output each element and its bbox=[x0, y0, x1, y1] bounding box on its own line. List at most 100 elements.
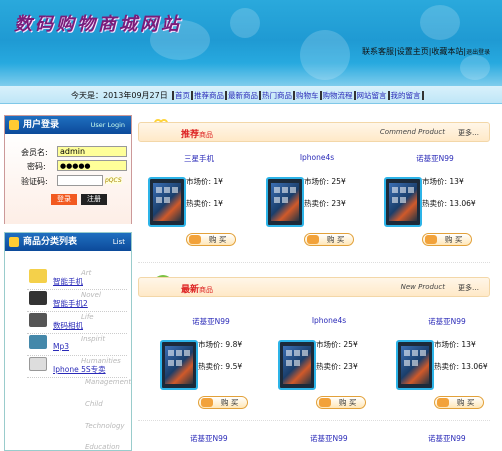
bookmark-link[interactable]: 收藏本站 bbox=[431, 47, 463, 56]
category-panel-header: 商品分类列表 List bbox=[5, 233, 131, 251]
divider bbox=[27, 333, 127, 334]
set-home-link[interactable]: 设置主页 bbox=[397, 47, 429, 56]
product-card: 诺基亚N99 市场价: 13¥ 热卖价: 13.06¥ 购 买 bbox=[388, 316, 502, 418]
category-item[interactable]: Humanities Iphone 5S专卖 bbox=[5, 357, 131, 379]
camera-icon bbox=[29, 313, 47, 327]
product-image[interactable] bbox=[148, 177, 186, 227]
nav-process[interactable]: 购物流程 bbox=[319, 91, 354, 100]
buy-button[interactable]: 购 买 bbox=[316, 396, 366, 409]
top-links: 联系客服|设置主页|收藏本站|退出登录 bbox=[362, 47, 491, 56]
category-link[interactable]: 数码相机 bbox=[53, 320, 83, 331]
category-link[interactable]: Mp3 bbox=[53, 342, 69, 351]
newest-header: 最新商品 New Product 更多… bbox=[138, 277, 490, 297]
product-name[interactable]: Iphone4s bbox=[270, 316, 388, 325]
product-name[interactable]: 诺基亚N99 bbox=[376, 153, 494, 164]
login-form: 会员名: admin 密码: ●●●●● 验证码: pQCS 登录 注册 bbox=[5, 134, 131, 224]
category-en-label: Technology bbox=[85, 422, 125, 430]
recommended-header: 推荐商品 Commend Product 更多… bbox=[138, 122, 490, 142]
buy-button[interactable]: 购 买 bbox=[304, 233, 354, 246]
product-name[interactable]: 诺基亚N99 bbox=[388, 316, 502, 327]
recommended-title-en: Commend Product bbox=[379, 128, 445, 136]
cart-icon bbox=[437, 398, 449, 407]
product-image[interactable] bbox=[396, 340, 434, 390]
divider bbox=[27, 355, 127, 356]
category-item[interactable]: Life 数码相机 bbox=[5, 313, 131, 335]
nav-recommended[interactable]: 推荐商品 bbox=[191, 91, 225, 100]
product-image[interactable] bbox=[160, 340, 198, 390]
buy-label: 购 买 bbox=[209, 235, 227, 244]
category-item[interactable]: Art 智能手机 bbox=[5, 269, 131, 291]
password-label: 密码: bbox=[27, 162, 46, 171]
product-name[interactable]: 诺基亚N99 bbox=[152, 316, 270, 327]
product-name[interactable]: 三星手机 bbox=[140, 153, 258, 164]
category-link[interactable]: Iphone 5S专卖 bbox=[53, 364, 106, 375]
product-card: 诺基亚N99 市场价: 9.8¥ 热卖价: 9.5¥ 购 买 bbox=[152, 316, 270, 418]
contact-link[interactable]: 联系客服 bbox=[362, 47, 394, 56]
category-link[interactable]: 智能手机 bbox=[53, 276, 83, 287]
today-date: 今天是：2013年09月27日 bbox=[71, 91, 168, 100]
nav-newest[interactable]: 最新商品 bbox=[225, 91, 259, 100]
newest-title-main: 最新 bbox=[181, 285, 200, 295]
product-name[interactable]: 诺基亚N99 bbox=[310, 433, 348, 444]
recommended-title-main: 推荐 bbox=[181, 130, 200, 140]
nav-my-messages[interactable]: 我的留言 bbox=[387, 91, 424, 100]
nav-hot[interactable]: 热门商品 bbox=[259, 91, 293, 100]
market-price: 市场价: 13¥ bbox=[422, 177, 464, 186]
recommended-title-small: 商品 bbox=[199, 131, 214, 139]
hot-price: 热卖价: 23¥ bbox=[304, 199, 346, 208]
product-image[interactable] bbox=[278, 340, 316, 390]
product-card: Iphone4s 市场价: 25¥ 热卖价: 23¥ 购 买 bbox=[270, 316, 388, 418]
password-input[interactable]: ●●●●● bbox=[57, 160, 127, 171]
nav-guestbook[interactable]: 网站留言 bbox=[353, 91, 388, 100]
header-decoration bbox=[300, 30, 350, 80]
captcha-image[interactable]: pQCS bbox=[105, 177, 122, 184]
market-price: 市场价: 9.8¥ bbox=[198, 340, 243, 349]
product-name[interactable]: Iphone4s bbox=[258, 153, 376, 162]
category-item[interactable]: Novel 智能手机2 bbox=[5, 291, 131, 313]
market-price: 市场价: 25¥ bbox=[316, 340, 358, 349]
login-panel: 用户登录 User Login 会员名: admin 密码: ●●●●● 验证码… bbox=[4, 115, 132, 224]
newest-title: 最新商品 bbox=[181, 282, 213, 295]
nav-cart[interactable]: 购物车 bbox=[293, 91, 320, 100]
category-panel: 商品分类列表 List Art 智能手机 Novel 智能手机2 Life 数码… bbox=[4, 232, 132, 451]
product-name[interactable]: 诺基亚N99 bbox=[428, 433, 466, 444]
logout-link[interactable]: 退出登录 bbox=[466, 49, 490, 56]
hot-price: 热卖价: 23¥ bbox=[316, 362, 358, 371]
category-title: 商品分类列表 bbox=[23, 237, 78, 247]
category-en-label: Child bbox=[85, 400, 103, 408]
category-link[interactable]: 智能手机2 bbox=[53, 298, 88, 309]
nav-home[interactable]: 首页 bbox=[172, 91, 191, 100]
header-decoration bbox=[460, 55, 490, 80]
newest-title-small: 商品 bbox=[199, 286, 214, 294]
register-button[interactable]: 注册 bbox=[81, 194, 107, 205]
recommended-more-link[interactable]: 更多… bbox=[458, 128, 479, 138]
captcha-label: 验证码: bbox=[21, 177, 48, 186]
market-price: 市场价: 13¥ bbox=[434, 340, 476, 349]
product-image[interactable] bbox=[266, 177, 304, 227]
newest-title-en: New Product bbox=[400, 283, 445, 291]
username-label: 会员名: bbox=[21, 148, 48, 157]
buy-button[interactable]: 购 买 bbox=[422, 233, 472, 246]
captcha-input[interactable] bbox=[57, 175, 103, 186]
buy-label: 购 买 bbox=[327, 235, 345, 244]
buy-button[interactable]: 购 买 bbox=[434, 396, 484, 409]
newest-more-link[interactable]: 更多… bbox=[458, 283, 479, 293]
login-panel-header: 用户登录 User Login bbox=[5, 116, 131, 134]
category-en-label: Education bbox=[85, 443, 120, 451]
site-logo[interactable]: 数码购物商城网站 bbox=[14, 10, 182, 36]
section-divider bbox=[138, 420, 490, 421]
market-price: 市场价: 25¥ bbox=[304, 177, 346, 186]
product-name[interactable]: 诺基亚N99 bbox=[190, 433, 228, 444]
login-button[interactable]: 登录 bbox=[51, 194, 77, 205]
header-decoration bbox=[420, 5, 460, 40]
username-input[interactable]: admin bbox=[57, 146, 127, 157]
login-title-en: User Login bbox=[90, 121, 125, 129]
hot-price: 热卖价: 1¥ bbox=[186, 199, 223, 208]
list-icon bbox=[9, 237, 19, 247]
product-image[interactable] bbox=[384, 177, 422, 227]
category-item[interactable]: Inspirit Mp3 bbox=[5, 335, 131, 357]
buy-button[interactable]: 购 买 bbox=[198, 396, 248, 409]
product-card: 诺基亚N99 市场价: 13¥ 热卖价: 13.06¥ 购 买 bbox=[376, 153, 494, 255]
buy-button[interactable]: 购 买 bbox=[186, 233, 236, 246]
phone-icon bbox=[29, 291, 47, 305]
